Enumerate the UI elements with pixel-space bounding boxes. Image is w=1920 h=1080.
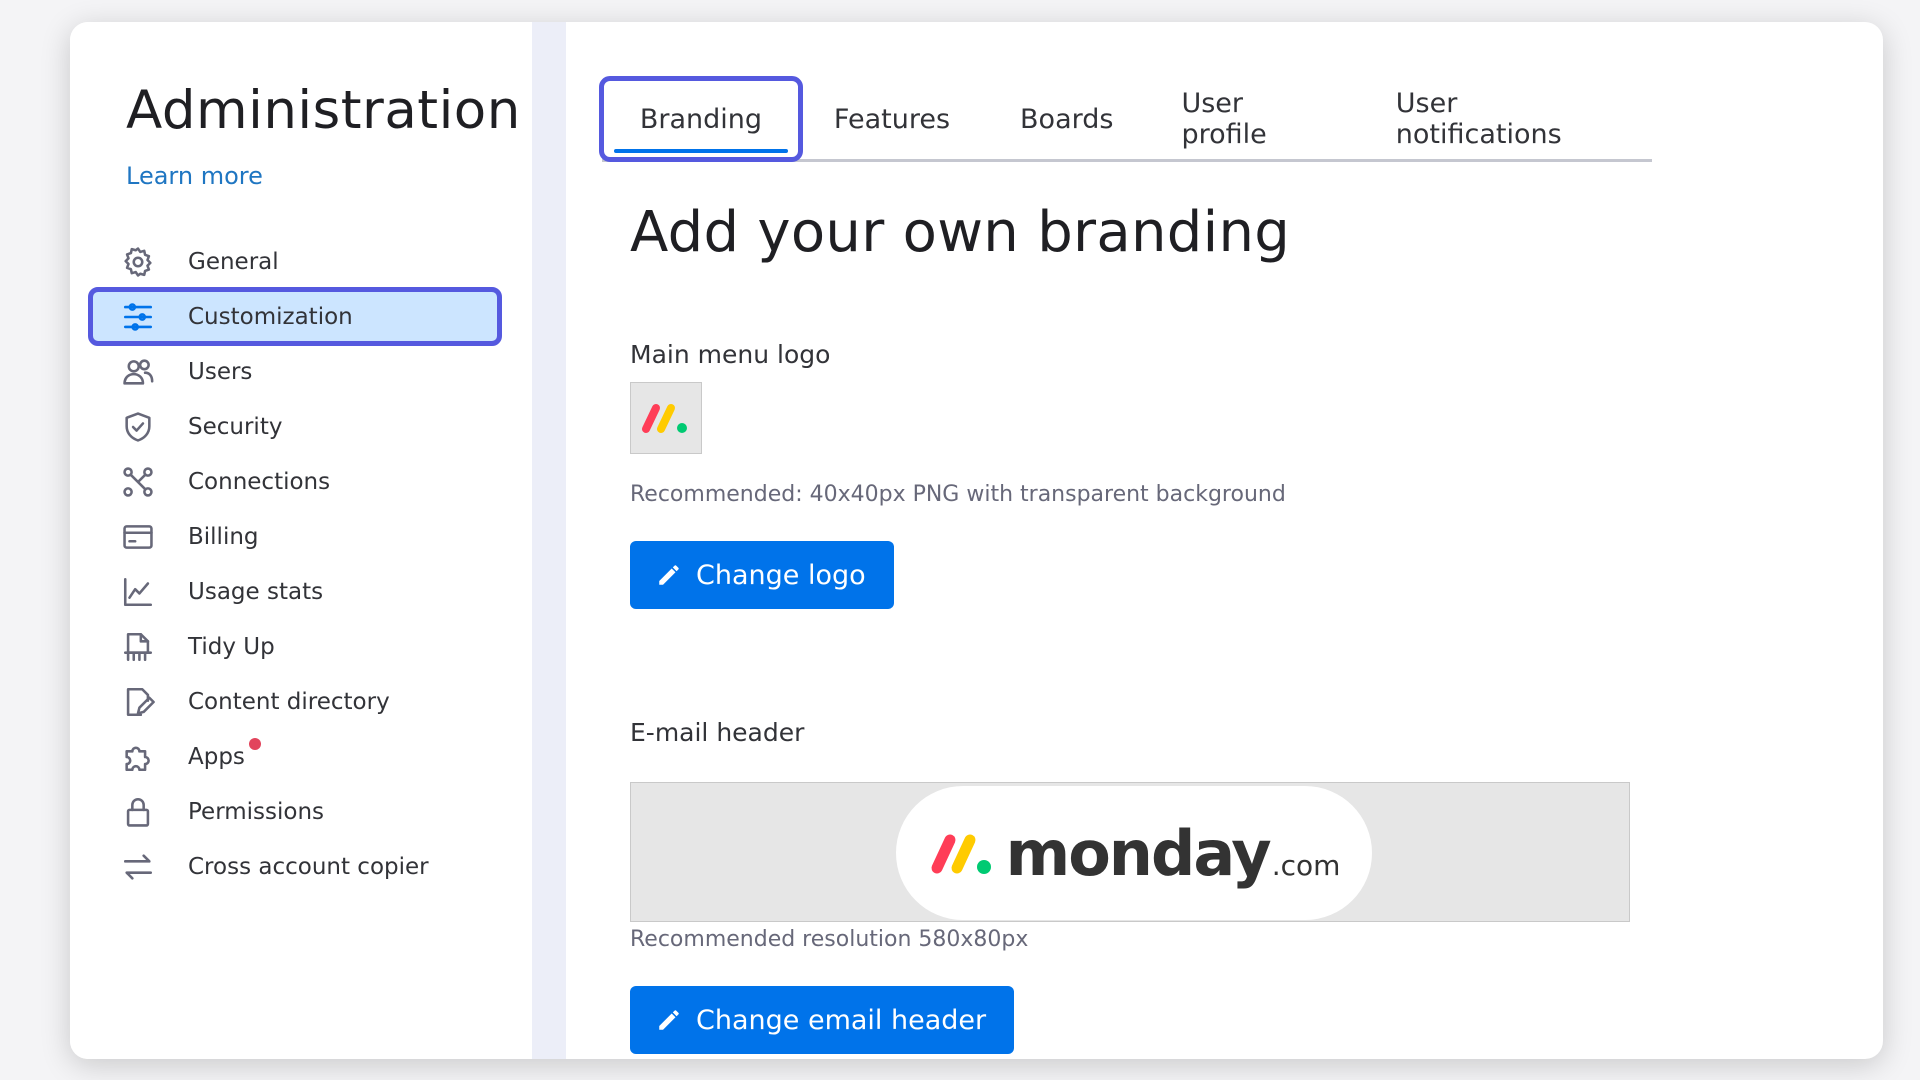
sidebar-item-billing[interactable]: Billing — [90, 509, 500, 564]
sidebar-item-label: Users — [188, 358, 253, 385]
admin-window: Administration Learn more General Custom… — [70, 22, 1883, 1059]
email-header-hint: Recommended resolution 580x80px — [630, 927, 1029, 952]
sidebar-item-content-directory[interactable]: Content directory — [90, 674, 500, 729]
connections-icon — [118, 462, 158, 502]
change-logo-button[interactable]: Change logo — [630, 541, 894, 609]
puzzle-icon — [118, 737, 158, 777]
sidebar-item-label: Tidy Up — [188, 633, 275, 660]
chart-icon — [118, 572, 158, 612]
learn-more-link[interactable]: Learn more — [126, 162, 263, 190]
pencil-icon — [659, 565, 679, 585]
change-email-header-button[interactable]: Change email header — [630, 986, 1015, 1054]
tab-features[interactable]: Features — [800, 79, 984, 159]
sidebar-item-label: Usage stats — [188, 578, 324, 605]
sidebar-item-permissions[interactable]: Permissions — [90, 784, 500, 839]
sidebar-item-label: Apps — [188, 737, 261, 770]
sidebar-divider — [532, 22, 566, 1059]
main-content: Branding Features Boards User profile Us… — [566, 22, 1883, 1059]
lock-icon — [118, 792, 158, 832]
pencil-icon — [659, 1010, 679, 1030]
monday-wordmark: monday .com — [1006, 817, 1341, 890]
sidebar: Administration Learn more General Custom… — [70, 22, 532, 1059]
monday-logo-icon — [642, 404, 687, 433]
sliders-icon — [118, 297, 158, 337]
content-directory-icon — [118, 682, 158, 722]
gear-icon — [118, 242, 158, 282]
sidebar-item-security[interactable]: Security — [90, 399, 500, 454]
sidebar-item-tidy-up[interactable]: Tidy Up — [90, 619, 500, 674]
sidebar-item-label: Permissions — [188, 798, 325, 825]
sidebar-item-label: Billing — [188, 523, 259, 550]
credit-card-icon — [118, 517, 158, 557]
tab-boards[interactable]: Boards — [984, 79, 1147, 159]
sidebar-item-label: Cross account copier — [188, 853, 429, 880]
sidebar-item-label: Customization — [188, 303, 353, 330]
main-menu-logo-label: Main menu logo — [630, 340, 831, 369]
tab-user-profile[interactable]: User profile — [1147, 79, 1361, 159]
monday-logo-icon — [931, 834, 991, 874]
page-title: Add your own branding — [630, 200, 1291, 265]
arrows-swap-icon — [118, 847, 158, 887]
sidebar-item-label: Security — [188, 413, 283, 440]
wordmark-suffix: .com — [1271, 848, 1341, 882]
tidy-up-icon — [118, 627, 158, 667]
email-header-label: E-mail header — [630, 718, 805, 747]
logo-hint: Recommended: 40x40px PNG with transparen… — [630, 482, 1286, 507]
sidebar-item-apps-text: Apps — [188, 743, 245, 770]
tab-user-notifications[interactable]: User notifications — [1362, 79, 1652, 159]
shield-icon — [118, 407, 158, 447]
sidebar-item-label: Content directory — [188, 688, 390, 715]
sidebar-item-apps[interactable]: Apps — [90, 729, 500, 784]
sidebar-item-general[interactable]: General — [90, 234, 500, 289]
sidebar-nav: General Customization Users Security Con… — [88, 234, 502, 894]
sidebar-item-users[interactable]: Users — [90, 344, 500, 399]
notification-dot — [248, 737, 261, 750]
sidebar-item-label: Connections — [188, 468, 331, 495]
email-header-logo: monday .com — [896, 786, 1372, 920]
sidebar-item-connections[interactable]: Connections — [90, 454, 500, 509]
sidebar-item-usage-stats[interactable]: Usage stats — [90, 564, 500, 619]
sidebar-item-cross-account-copier[interactable]: Cross account copier — [90, 839, 500, 894]
main-menu-logo-preview — [630, 382, 702, 454]
sidebar-item-customization[interactable]: Customization — [88, 287, 502, 346]
sidebar-item-label: General — [188, 248, 279, 275]
wordmark-text: monday — [1005, 816, 1272, 890]
tab-bar: Branding Features Boards User profile Us… — [599, 76, 1652, 162]
change-logo-label: Change logo — [696, 559, 866, 591]
users-icon — [118, 352, 158, 392]
tab-branding[interactable]: Branding — [599, 76, 803, 162]
change-email-header-label: Change email header — [696, 1004, 987, 1036]
email-header-preview: monday .com — [630, 782, 1630, 922]
sidebar-title: Administration — [126, 80, 521, 141]
